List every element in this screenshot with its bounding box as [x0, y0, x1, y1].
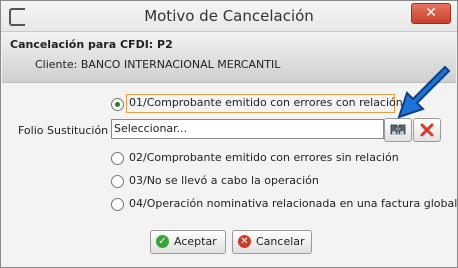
window-title: Motivo de Cancelación [144, 7, 314, 25]
cfdi-title: Cancelación para CFDI: P2 [10, 38, 173, 51]
accept-label: Aceptar [174, 235, 217, 248]
accept-button[interactable]: ✓ Aceptar [150, 230, 226, 254]
option-01-radio[interactable] [111, 98, 124, 111]
option-04-label[interactable]: 04/Operación nominativa relacionada en u… [129, 197, 457, 210]
option-02-radio[interactable] [111, 152, 124, 165]
client-label: Cliente: BANCO INTERNACIONAL MERCANTIL [35, 58, 281, 71]
option-03-radio[interactable] [111, 175, 124, 188]
option-02-label[interactable]: 02/Comprobante emitido con errores sin r… [129, 151, 399, 164]
option-04-radio[interactable] [111, 198, 124, 211]
option-01-label[interactable]: 01/Comprobante emitido con errores con r… [129, 96, 403, 109]
cancel-button[interactable]: ✕ Cancelar [232, 230, 312, 254]
folio-select[interactable]: Seleccionar... [111, 119, 384, 139]
option-03-label[interactable]: 03/No se llevó a cabo la operación [129, 174, 319, 187]
check-icon: ✓ [156, 235, 169, 248]
close-button[interactable]: ✕ [411, 3, 451, 24]
cancel-label: Cancelar [256, 235, 305, 248]
folio-label: Folio Sustitución [18, 124, 109, 137]
x-icon: ✕ [238, 235, 251, 248]
arrow-icon [397, 65, 451, 119]
dialog-window: Motivo de Cancelación ✕ Cancelación para… [0, 0, 458, 268]
title-bar[interactable]: Motivo de Cancelación ✕ [1, 1, 457, 32]
